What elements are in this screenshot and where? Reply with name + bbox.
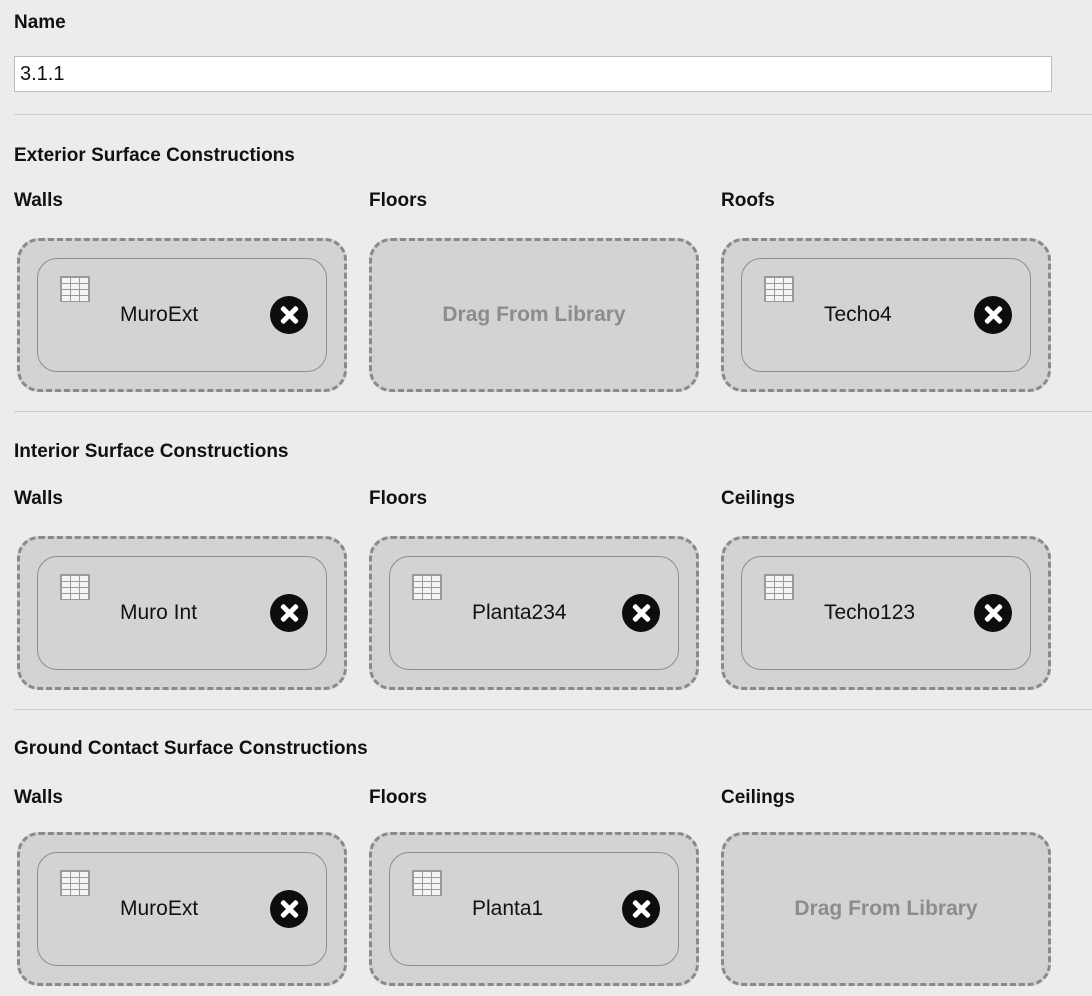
brick-icon <box>412 574 442 600</box>
divider <box>14 114 1092 115</box>
remove-button[interactable] <box>270 296 308 334</box>
construction-name: Techo123 <box>824 601 916 624</box>
exterior-floors-label: Floors <box>369 190 428 211</box>
construction-name: MuroExt <box>120 897 199 920</box>
construction-name: Muro Int <box>120 601 198 624</box>
construction-name: Planta234 <box>472 601 567 624</box>
interior-walls-dropzone[interactable]: Muro Int <box>17 536 347 690</box>
construction-item[interactable]: Techo123 <box>741 556 1031 670</box>
exterior-walls-label: Walls <box>14 190 63 211</box>
construction-item[interactable]: Techo4 <box>741 258 1031 372</box>
remove-button[interactable] <box>270 594 308 632</box>
ground-floors-label: Floors <box>369 787 428 808</box>
ground-section-title: Ground Contact Surface Constructions <box>14 738 368 759</box>
drag-placeholder: Drag From Library <box>794 897 978 920</box>
exterior-section-title: Exterior Surface Constructions <box>14 145 295 166</box>
exterior-floors-dropzone[interactable]: Drag From Library <box>369 238 699 392</box>
interior-floors-label: Floors <box>369 488 428 509</box>
exterior-roofs-dropzone[interactable]: Techo4 <box>721 238 1051 392</box>
remove-button[interactable] <box>974 296 1012 334</box>
exterior-walls-dropzone[interactable]: MuroExt <box>17 238 347 392</box>
construction-item[interactable]: MuroExt <box>37 258 327 372</box>
interior-walls-label: Walls <box>14 488 63 509</box>
brick-icon <box>60 870 90 896</box>
construction-item[interactable]: Planta1 <box>389 852 679 966</box>
brick-icon <box>764 276 794 302</box>
name-input[interactable] <box>14 56 1052 92</box>
interior-floors-dropzone[interactable]: Planta234 <box>369 536 699 690</box>
ground-walls-label: Walls <box>14 787 63 808</box>
construction-name: Planta1 <box>472 897 544 920</box>
name-label: Name <box>14 12 66 33</box>
ground-floors-dropzone[interactable]: Planta1 <box>369 832 699 986</box>
brick-icon <box>60 574 90 600</box>
ground-ceilings-dropzone[interactable]: Drag From Library <box>721 832 1051 986</box>
divider <box>14 709 1092 710</box>
interior-section-title: Interior Surface Constructions <box>14 441 289 462</box>
interior-ceilings-dropzone[interactable]: Techo123 <box>721 536 1051 690</box>
exterior-roofs-label: Roofs <box>721 190 775 211</box>
construction-item[interactable]: Planta234 <box>389 556 679 670</box>
interior-ceilings-label: Ceilings <box>721 488 795 509</box>
brick-icon <box>412 870 442 896</box>
remove-button[interactable] <box>974 594 1012 632</box>
construction-item[interactable]: Muro Int <box>37 556 327 670</box>
remove-button[interactable] <box>622 890 660 928</box>
construction-item[interactable]: MuroExt <box>37 852 327 966</box>
ground-walls-dropzone[interactable]: MuroExt <box>17 832 347 986</box>
remove-button[interactable] <box>622 594 660 632</box>
divider <box>14 411 1092 412</box>
ground-ceilings-label: Ceilings <box>721 787 795 808</box>
brick-icon <box>764 574 794 600</box>
brick-icon <box>60 276 90 302</box>
drag-placeholder: Drag From Library <box>442 303 626 326</box>
remove-button[interactable] <box>270 890 308 928</box>
construction-name: Techo4 <box>824 303 892 326</box>
construction-name: MuroExt <box>120 303 199 326</box>
